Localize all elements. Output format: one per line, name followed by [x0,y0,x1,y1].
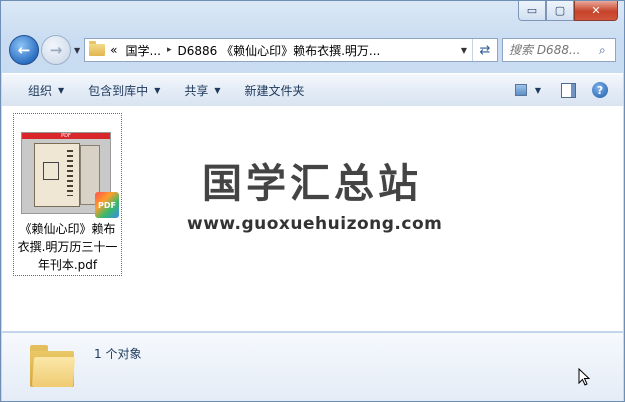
breadcrumb-separator-icon[interactable]: ▸ [167,45,172,55]
share-menu[interactable]: 共享 ▼ [172,78,232,102]
organize-menu[interactable]: 组织 ▼ [16,78,76,102]
file-list[interactable]: PDF PDF 《赖仙心印》赖布衣撰.明万历三十一年刊本.pdf 国学汇总站 w… [2,106,623,331]
share-label: 共享 [184,83,209,98]
navigation-bar: ← → ▼ « 国学... ▸ D6886 《赖仙心印》赖布衣撰.明万... ▼… [9,35,616,65]
address-bar[interactable]: « 国学... ▸ D6886 《赖仙心印》赖布衣撰.明万... ▼ ⇄ [84,38,498,62]
search-box[interactable]: ⌕ [502,38,616,62]
forward-button[interactable]: → [41,35,71,65]
folder-icon [30,345,76,387]
breadcrumb-current[interactable]: D6886 《赖仙心印》赖布衣撰.明万... [177,42,380,59]
include-in-library-menu[interactable]: 包含到库中 ▼ [76,78,172,102]
help-button[interactable]: ? [587,79,613,101]
breadcrumb-root[interactable]: 国学... [126,42,161,59]
chevron-down-icon: ▼ [534,85,541,95]
chevron-down-icon: ▼ [214,85,221,95]
refresh-icon: ⇄ [479,42,491,58]
pdf-thumb-header: PDF [22,133,110,139]
explorer-window: ▭ ▢ ✕ ← → ▼ « 国学... ▸ D6886 《赖仙心印》赖布衣撰.明… [0,0,625,402]
chevron-down-icon: ▼ [154,85,161,95]
refresh-button[interactable]: ⇄ [472,39,497,61]
preview-pane-button[interactable] [555,79,581,101]
watermark-url: www.guoxuehuizong.com [187,214,443,234]
address-dropdown-icon[interactable]: ▼ [456,46,472,55]
preview-pane-icon [560,82,576,98]
search-input[interactable] [503,42,599,58]
back-button[interactable]: ← [9,35,39,65]
scanned-page-image [34,143,80,207]
minimize-button[interactable]: ▭ [518,1,546,21]
arrow-right-icon: → [49,41,63,59]
new-folder-label: 新建文件夹 [244,83,305,98]
change-view-button[interactable]: ▼ [515,79,541,101]
file-item[interactable]: PDF PDF 《赖仙心印》赖布衣撰.明万历三十一年刊本.pdf [13,113,122,276]
view-icon [515,84,527,96]
include-in-library-label: 包含到库中 [88,83,149,98]
breadcrumb-overflow[interactable]: « [110,43,117,57]
watermark: 国学汇总站 www.guoxuehuizong.com [187,158,443,234]
command-bar: 组织 ▼ 包含到库中 ▼ 共享 ▼ 新建文件夹 ▼ ? [2,73,623,107]
window-controls: ▭ ▢ ✕ [518,1,618,21]
details-pane: 1 个对象 [2,332,623,401]
search-icon[interactable]: ⌕ [599,43,606,58]
recent-pages-button[interactable]: ▼ [74,46,80,55]
maximize-button[interactable]: ▢ [546,1,574,21]
chevron-down-icon: ▼ [58,85,65,95]
new-folder-button[interactable]: 新建文件夹 [233,78,317,102]
arrow-left-icon: ← [17,41,31,59]
close-button[interactable]: ✕ [574,1,618,21]
help-icon: ? [592,82,608,98]
pdf-file-icon: PDF [95,192,119,218]
organize-label: 组织 [28,83,53,98]
item-count: 1 个对象 [94,347,142,361]
file-name[interactable]: 《赖仙心印》赖布衣撰.明万历三十一年刊本.pdf [16,220,119,274]
watermark-title: 国学汇总站 [202,161,422,207]
mouse-cursor-icon [578,368,590,386]
chevron-down-icon: ▼ [74,45,81,55]
folder-icon [89,41,106,56]
